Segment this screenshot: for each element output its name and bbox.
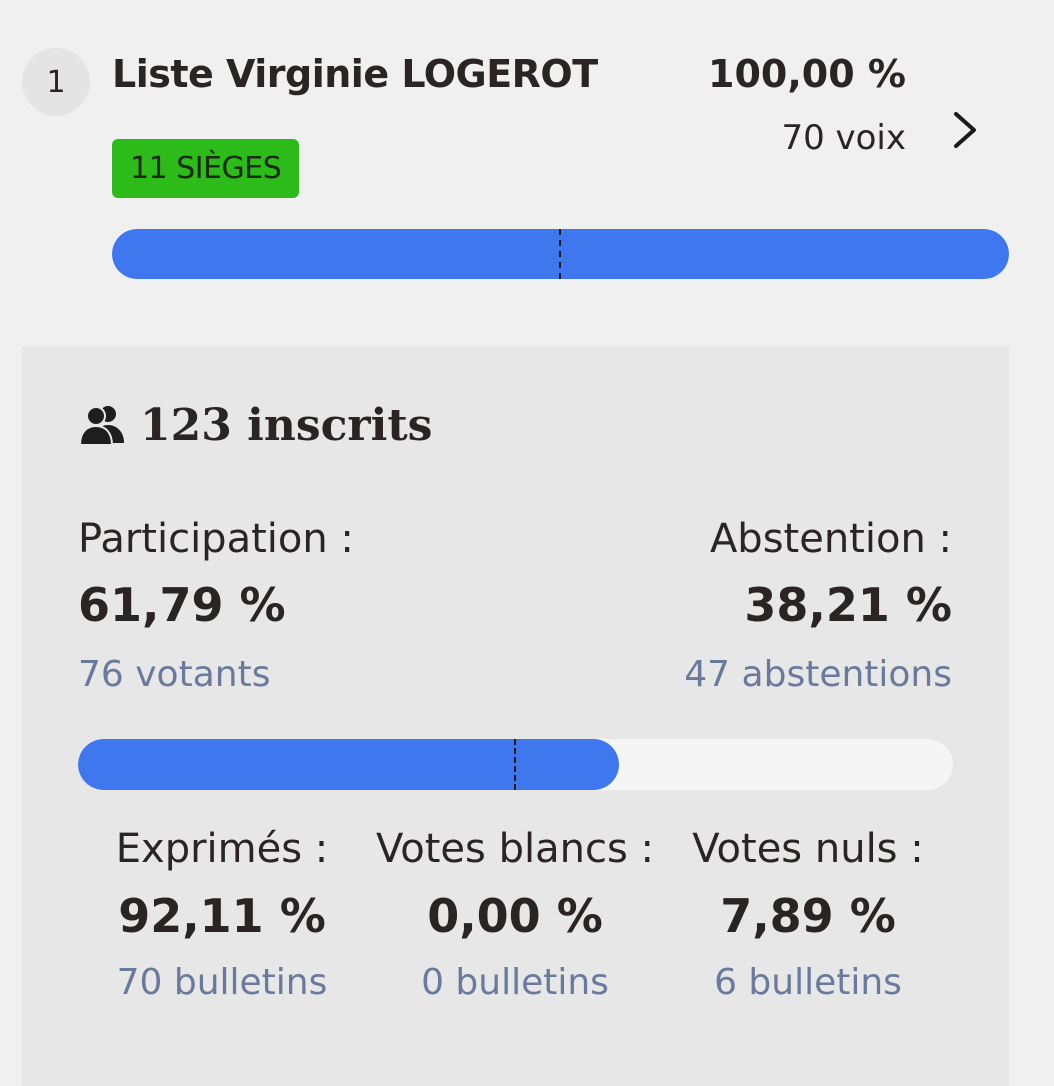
expressed-label: Exprimés : xyxy=(115,826,329,872)
participation-progress-fill xyxy=(78,739,619,790)
participation-count: 76 votants xyxy=(78,654,271,695)
rank-badge: 1 xyxy=(22,48,90,116)
registered-count: 123 inscrits xyxy=(140,399,433,451)
abstention-count: 47 abstentions xyxy=(684,654,952,695)
majority-marker xyxy=(559,229,561,279)
list-votes: 70 voix xyxy=(781,118,906,158)
registered-voters: 123 inscrits xyxy=(78,396,432,454)
list-percent: 100,00 % xyxy=(708,52,906,96)
null-votes-percent: 7,89 % xyxy=(720,889,896,943)
participation-label: Participation : xyxy=(78,516,354,562)
blank-votes-count: 0 bulletins xyxy=(421,962,609,1003)
expressed-count: 70 bulletins xyxy=(116,962,328,1003)
null-votes-count: 6 bulletins xyxy=(714,962,902,1003)
null-votes-label: Votes nuls : xyxy=(692,826,924,872)
list-name[interactable]: Liste Virginie LOGEROT xyxy=(112,52,598,96)
chevron-right-icon[interactable] xyxy=(948,108,984,152)
half-marker xyxy=(514,739,516,790)
result-progress-bar xyxy=(112,229,1009,279)
participation-percent: 61,79 % xyxy=(78,578,286,632)
participation-progress-bar xyxy=(78,739,953,790)
expressed-percent: 92,11 % xyxy=(118,889,326,943)
abstention-label: Abstention : xyxy=(709,516,952,562)
abstention-percent: 38,21 % xyxy=(744,578,952,632)
blank-votes-label: Votes blancs : xyxy=(376,826,654,872)
rank-number: 1 xyxy=(46,64,66,100)
seats-badge: 11 SIÈGES xyxy=(112,139,300,198)
blank-votes-percent: 0,00 % xyxy=(427,889,603,943)
users-icon xyxy=(78,406,124,446)
